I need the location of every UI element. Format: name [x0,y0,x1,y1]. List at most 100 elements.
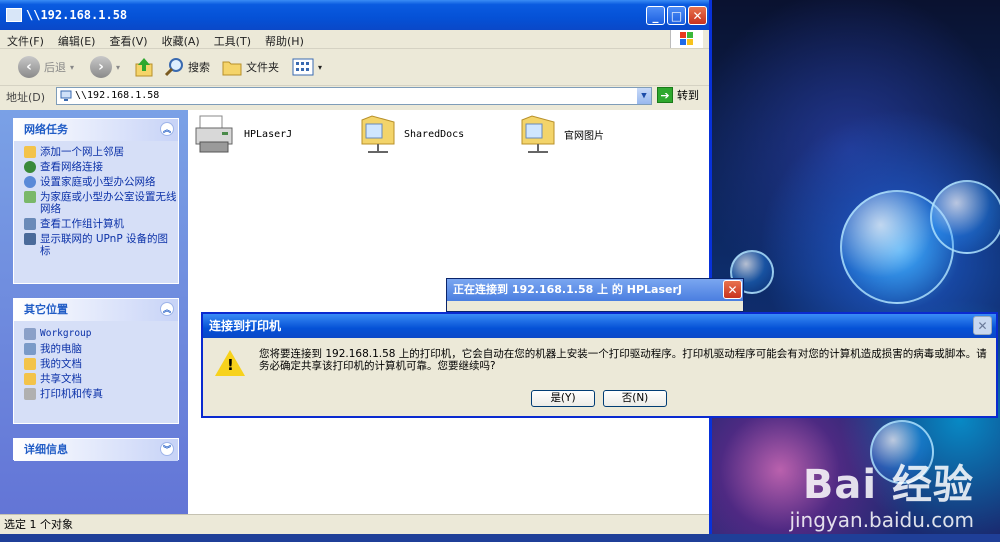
network-folder-icon [6,8,22,22]
link-view-network-connections[interactable]: 查看网络连接 [14,160,178,175]
up-button[interactable] [134,55,154,79]
link-text: 我的电脑 [40,343,82,355]
maximize-button[interactable]: □ [667,6,686,25]
network-tasks-title: 网络任务 [24,123,68,136]
dialog-message: 您将要连接到 192.168.1.58 上的打印机，它会自动在您的机器上安装一个… [259,348,987,372]
other-places-header[interactable]: 其它位置 ︽ [14,299,178,321]
task-pane: 网络任务 ︽ 添加一个网上邻居 查看网络连接 设置家庭或小型办公网络 为家庭或小… [0,110,188,514]
folder-up-icon [135,58,153,77]
link-text: 为家庭或小型办公室设置无线网络 [40,191,177,215]
back-arrow-icon: ‹ [18,56,40,78]
watermark-url-text: jingyan.baidu.com [789,508,974,532]
close-button[interactable]: ✕ [688,6,707,25]
search-button[interactable]: 搜索 [164,55,210,79]
link-setup-home-network[interactable]: 设置家庭或小型办公网络 [14,175,178,190]
dialog-close-button[interactable]: ✕ [973,316,992,335]
status-bar: 选定 1 个对象 [0,514,709,534]
shared-folder-icon [361,115,395,153]
link-text: 查看工作组计算机 [40,218,124,230]
dialog-titlebar[interactable]: 连接到打印机 ✕ [203,314,996,338]
go-button[interactable]: ➔ 转到 [657,87,699,103]
printer-icon [195,115,233,153]
item-label: HPLaserJ [244,128,293,140]
item-label: SharedDocs [404,128,465,140]
collapse-chevron-icon[interactable]: ︽ [160,302,174,316]
printer-icon [24,388,36,400]
network-tasks-header[interactable]: 网络任务 ︽ [14,119,178,141]
expand-chevron-icon[interactable]: ︾ [160,442,174,456]
folders-button[interactable]: 文件夹 [222,55,279,79]
no-button[interactable]: 否(N) [603,390,667,407]
dropdown-arrow-icon: ▾ [318,62,323,72]
status-text: 选定 1 个对象 [4,518,73,531]
search-label: 搜索 [188,61,210,74]
minimize-button[interactable]: _ [646,6,665,25]
address-value: \\192.168.1.58 [75,90,160,101]
search-icon [164,58,183,77]
other-places-title: 其它位置 [24,303,68,316]
address-input[interactable]: \\192.168.1.58 ▼ [56,87,652,105]
dropdown-arrow-icon: ▾ [116,62,121,72]
watermark-main-text: Bai 经验 [802,462,974,508]
link-text: 共享文档 [40,373,82,385]
window-title: \\192.168.1.58 [26,8,128,22]
link-workgroup[interactable]: Workgroup [14,327,178,342]
connecting-close-button[interactable]: ✕ [723,280,742,299]
workgroup-computers-icon [24,218,36,230]
yes-button[interactable]: 是(Y) [531,390,595,407]
link-text: 添加一个网上邻居 [40,146,124,158]
address-dropdown-icon[interactable]: ▼ [637,88,651,104]
connecting-dialog: 正在连接到 192.168.1.58 上 的 HPLaserJ ✕ [446,278,744,312]
link-text: 打印机和传真 [40,388,103,400]
wireless-icon [24,191,36,203]
link-add-network-place[interactable]: 添加一个网上邻居 [14,145,178,160]
go-label: 转到 [677,89,699,102]
link-my-documents[interactable]: 我的文档 [14,357,178,372]
network-connections-icon [24,161,36,173]
shared-folder-icon [24,373,36,385]
link-text: Workgroup [40,328,92,339]
shared-folder-icon [521,115,555,153]
my-documents-icon [24,358,36,370]
link-show-upnp[interactable]: 显示联网的 UPnP 设备的图标 [14,232,178,259]
link-text: 我的文档 [40,358,82,370]
network-tasks-panel: 网络任务 ︽ 添加一个网上邻居 查看网络连接 设置家庭或小型办公网络 为家庭或小… [13,118,179,284]
windows-logo-icon [670,30,703,48]
address-label: 地址(D) [6,91,46,104]
standard-toolbar: ‹ 后退 ▾ › ▾ 搜索 文件夹 ▾ [0,49,709,86]
link-setup-wireless[interactable]: 为家庭或小型办公室设置无线网络 [14,190,178,217]
shared-printer-item[interactable]: HPLaserJ [194,112,292,156]
views-button[interactable]: ▾ [292,55,322,79]
forward-arrow-icon: › [90,56,112,78]
explorer-window: \\192.168.1.58 _ □ ✕ 文件(F) 编辑(E) 查看(V) 收藏(A… [0,0,712,534]
folders-label: 文件夹 [246,61,279,74]
workgroup-icon [24,328,36,340]
address-bar: 地址(D) \\192.168.1.58 ▼ ➔ 转到 [0,86,709,108]
connecting-titlebar[interactable]: 正在连接到 192.168.1.58 上 的 HPLaserJ ✕ [447,279,743,301]
website-images-item[interactable]: 官网图片 [518,112,604,156]
explorer-titlebar[interactable]: \\192.168.1.58 _ □ ✕ [0,0,709,30]
link-my-computer[interactable]: 我的电脑 [14,342,178,357]
shared-docs-item[interactable]: SharedDocs [358,112,464,156]
warning-icon: ! [215,350,245,376]
link-printers-faxes[interactable]: 打印机和传真 [14,387,178,402]
go-arrow-icon: ➔ [657,87,673,103]
link-view-workgroup[interactable]: 查看工作组计算机 [14,217,178,232]
network-drive-icon [60,90,72,101]
views-grid-icon [292,58,314,76]
taskbar [0,534,1000,542]
network-place-icon [24,146,36,158]
collapse-chevron-icon[interactable]: ︽ [160,122,174,136]
forward-button[interactable]: › ▾ [90,55,120,79]
connecting-title: 正在连接到 192.168.1.58 上 的 HPLaserJ [453,283,682,296]
home-network-icon [24,176,36,188]
dropdown-arrow-icon: ▾ [70,62,75,72]
other-places-panel: 其它位置 ︽ Workgroup 我的电脑 我的文档 共享文档 打印机和传真 [13,298,179,424]
details-title: 详细信息 [24,443,68,456]
back-button[interactable]: ‹ 后退 ▾ [18,55,74,79]
details-header[interactable]: 详细信息 ︾ [14,439,178,461]
link-text: 查看网络连接 [40,161,103,173]
baidu-watermark: Bai 经验 jingyan.baidu.com [789,452,974,532]
link-text: 设置家庭或小型办公网络 [40,176,156,188]
link-shared-documents[interactable]: 共享文档 [14,372,178,387]
